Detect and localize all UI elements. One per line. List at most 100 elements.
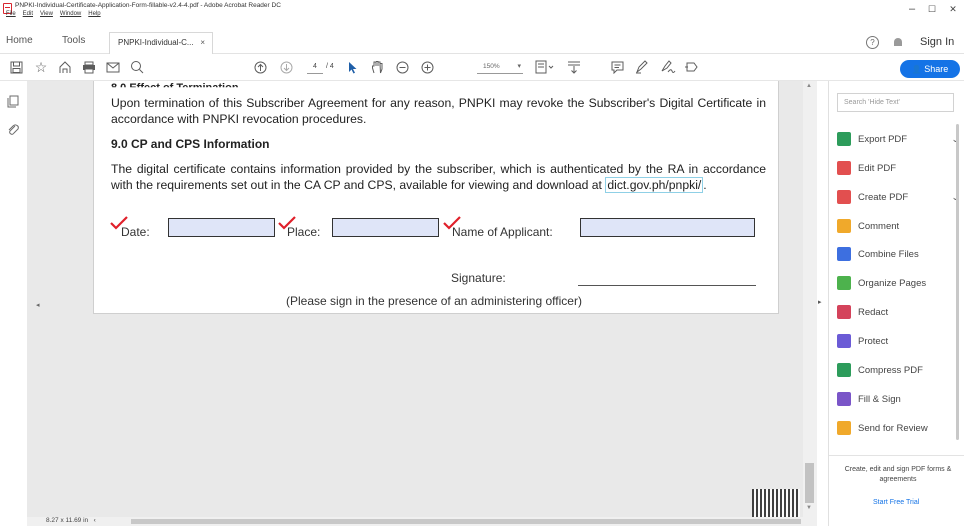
select-pointer-icon[interactable]	[346, 58, 360, 76]
bookmark-star-icon[interactable]: ☆	[33, 58, 49, 76]
organize-pages-icon	[837, 276, 851, 290]
fill-sign-icon	[837, 392, 851, 406]
place-label: Place:	[287, 225, 321, 239]
tool-item[interactable]: Compress PDF	[837, 362, 959, 378]
page-total: / 4	[326, 63, 334, 70]
window-title: PNPKI-Individual-Certificate-Application…	[15, 2, 281, 9]
share-user-icon: 👤	[911, 65, 922, 74]
highlight-pen-icon[interactable]	[633, 58, 649, 76]
zoom-out-icon[interactable]	[394, 58, 410, 76]
tab-document[interactable]: PNPKI-Individual-C... ×	[109, 32, 213, 54]
tool-item[interactable]: Redact	[837, 304, 959, 320]
sign-icon[interactable]	[659, 58, 677, 76]
hand-tool-icon[interactable]	[369, 58, 385, 76]
tool-item[interactable]: Organize Pages	[837, 275, 959, 291]
help-icon[interactable]: ?	[866, 36, 879, 49]
tool-item-label: Compress PDF	[858, 364, 923, 376]
scroll-down-arrow-icon[interactable]: ▼	[806, 505, 812, 511]
tool-item[interactable]: Create PDF⌄	[837, 189, 959, 205]
tool-item-label: Combine Files	[858, 248, 919, 260]
tool-item-label: Protect	[858, 335, 889, 347]
applicant-label: Name of Applicant:	[452, 225, 553, 239]
compress-pdf-icon	[837, 363, 851, 377]
signature-line[interactable]	[578, 285, 756, 286]
print-icon[interactable]	[80, 58, 98, 76]
attachments-paperclip-icon[interactable]	[7, 123, 19, 136]
collapse-right-panel-icon[interactable]: ▸	[818, 298, 822, 306]
more-tools-icon[interactable]	[683, 58, 699, 76]
pdf-page: 8.0 Effect of Termination Upon terminati…	[93, 81, 779, 314]
redact-icon	[837, 305, 851, 319]
tool-item-label: Organize Pages	[858, 277, 927, 289]
applicant-name-field[interactable]	[580, 218, 755, 237]
send-review-icon	[837, 421, 851, 435]
tool-item-label: Export PDF	[858, 133, 908, 145]
page-size-readout: 8.27 x 11.69 in ‹	[46, 517, 96, 524]
edit-pdf-icon	[837, 161, 851, 175]
horizontal-scrollbar[interactable]	[27, 517, 817, 526]
toolbar: ☆ 4 / 4 150%	[0, 54, 964, 81]
create-pdf-icon	[837, 190, 851, 204]
vertical-scrollbar[interactable]: ▲ ▼	[803, 81, 817, 517]
email-icon[interactable]	[104, 58, 122, 76]
share-link-icon[interactable]	[56, 58, 74, 76]
export-pdf-icon	[837, 132, 851, 146]
date-label: Date:	[121, 225, 150, 239]
tool-item-label: Fill & Sign	[858, 393, 901, 405]
maximize-button[interactable]: ☐	[922, 2, 942, 16]
collapse-left-panel-icon[interactable]: ◂	[36, 301, 40, 309]
left-rail	[0, 81, 27, 526]
termination-paragraph: Upon termination of this Subscriber Agre…	[111, 96, 766, 126]
tool-item-label: Comment	[858, 220, 900, 232]
tool-item[interactable]: Edit PDF	[837, 160, 959, 176]
tool-item[interactable]: Send for Review	[837, 420, 959, 436]
start-free-trial-link[interactable]: Start Free Trial	[873, 499, 919, 506]
vertical-scroll-thumb[interactable]	[805, 463, 814, 503]
scroll-mode-icon[interactable]	[566, 58, 582, 76]
save-icon[interactable]	[8, 58, 24, 76]
share-button[interactable]: 👤 Share	[900, 60, 960, 78]
scroll-up-arrow-icon[interactable]: ▲	[806, 83, 812, 89]
menu-view[interactable]: View	[40, 11, 53, 21]
tab-tools[interactable]: Tools	[62, 35, 85, 46]
page-thumbnails-icon[interactable]	[7, 95, 19, 108]
next-page-icon[interactable]	[278, 58, 294, 76]
close-tab-icon[interactable]: ×	[200, 38, 205, 47]
tool-item-label: Send for Review	[858, 422, 928, 434]
menu-edit[interactable]: Edit	[23, 11, 33, 21]
date-field[interactable]	[168, 218, 275, 237]
tools-search-input[interactable]: Search 'Hide Text'	[837, 93, 954, 112]
panel-divider	[829, 455, 964, 456]
horizontal-scroll-thumb[interactable]	[131, 519, 801, 524]
comment-icon[interactable]	[609, 58, 625, 76]
tool-item[interactable]: Comment	[837, 218, 959, 234]
signature-label: Signature:	[451, 271, 506, 285]
search-icon[interactable]	[128, 58, 146, 76]
page-number-input[interactable]: 4	[307, 60, 323, 74]
tool-item[interactable]: Combine Files	[837, 246, 959, 262]
zoom-select[interactable]: 150%	[477, 60, 523, 74]
zoom-in-icon[interactable]	[419, 58, 435, 76]
menu-bar: File Edit View Window Help	[0, 11, 101, 21]
minimize-button[interactable]: –	[902, 2, 922, 16]
tool-item[interactable]: Fill & Sign	[837, 391, 959, 407]
tools-panel-scrollbar[interactable]	[956, 124, 959, 440]
combine-files-icon	[837, 247, 851, 261]
menu-file[interactable]: File	[6, 11, 16, 21]
tool-item-label: Redact	[858, 306, 889, 318]
previous-page-icon[interactable]	[252, 58, 268, 76]
sign-in-button[interactable]: Sign In	[920, 36, 954, 48]
place-field[interactable]	[332, 218, 439, 237]
tab-home[interactable]: Home	[6, 35, 33, 46]
menu-window[interactable]: Window	[60, 11, 81, 21]
notification-bell-icon[interactable]	[893, 38, 903, 48]
tool-item[interactable]: Protect	[837, 333, 959, 349]
close-window-button[interactable]: ✕	[943, 2, 963, 16]
menu-help[interactable]: Help	[88, 11, 100, 21]
tool-item[interactable]: Export PDF⌄	[837, 131, 959, 147]
page-fit-icon[interactable]	[534, 58, 556, 76]
pnpki-link[interactable]: dict.gov.ph/pnpki/	[605, 177, 704, 193]
tab-document-label: PNPKI-Individual-C...	[118, 38, 194, 47]
share-label: Share	[924, 64, 949, 74]
tool-item-label: Create PDF	[858, 191, 909, 203]
